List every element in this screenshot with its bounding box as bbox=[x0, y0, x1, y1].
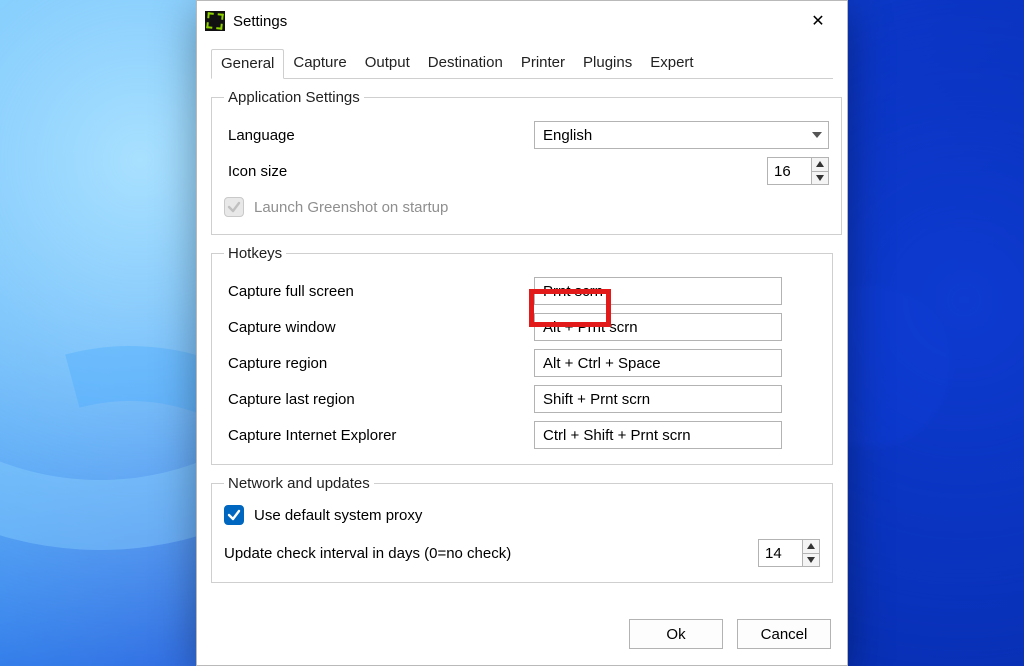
titlebar: Settings ✕ bbox=[197, 1, 847, 41]
dialog-footer: Ok Cancel bbox=[197, 613, 847, 665]
hotkey-label: Capture full screen bbox=[224, 283, 534, 300]
hotkey-input[interactable]: Shift + Prnt scrn bbox=[534, 385, 782, 413]
tab-plugins[interactable]: Plugins bbox=[574, 49, 641, 78]
close-icon: ✕ bbox=[811, 11, 824, 31]
hotkey-row: Capture region Alt + Ctrl + Space bbox=[224, 348, 820, 378]
ok-button[interactable]: Ok bbox=[629, 619, 723, 649]
hotkey-label: Capture last region bbox=[224, 391, 534, 408]
group-legend: Application Settings bbox=[224, 89, 364, 106]
cancel-button[interactable]: Cancel bbox=[737, 619, 831, 649]
stepper-up-icon[interactable] bbox=[812, 158, 828, 172]
app-icon bbox=[205, 11, 225, 31]
hotkey-input[interactable]: Ctrl + Shift + Prnt scrn bbox=[534, 421, 782, 449]
group-legend: Network and updates bbox=[224, 475, 374, 492]
icon-size-stepper[interactable] bbox=[767, 157, 829, 185]
stepper-up-icon[interactable] bbox=[803, 540, 819, 554]
launch-on-startup-label: Launch Greenshot on startup bbox=[254, 199, 448, 216]
hotkey-row: Capture last region Shift + Prnt scrn bbox=[224, 384, 820, 414]
hotkey-value: Shift + Prnt scrn bbox=[543, 391, 650, 408]
chevron-down-icon bbox=[812, 130, 822, 140]
hotkey-value: Prnt scrn bbox=[543, 283, 603, 300]
launch-on-startup-checkbox bbox=[224, 197, 244, 217]
update-interval-stepper[interactable] bbox=[758, 539, 820, 567]
group-network-updates: Network and updates Use default system p… bbox=[211, 475, 833, 583]
tab-output[interactable]: Output bbox=[356, 49, 419, 78]
desktop-background: Settings ✕ GeneralCaptureOutputDestinati… bbox=[0, 0, 1024, 666]
hotkey-value: Alt + Prnt scrn bbox=[543, 319, 638, 336]
group-legend: Hotkeys bbox=[224, 245, 286, 262]
hotkey-row: Capture Internet Explorer Ctrl + Shift + … bbox=[224, 420, 820, 450]
group-hotkeys: Hotkeys Capture full screenPrnt scrnCapt… bbox=[211, 245, 833, 465]
update-interval-label: Update check interval in days (0=no chec… bbox=[224, 545, 511, 562]
language-label: Language bbox=[224, 127, 534, 144]
icon-size-field[interactable] bbox=[767, 157, 811, 185]
tab-capture[interactable]: Capture bbox=[284, 49, 355, 78]
group-application-settings: Application Settings Language English Ic… bbox=[211, 89, 842, 235]
hotkey-input[interactable]: Alt + Prnt scrn bbox=[534, 313, 782, 341]
settings-window: Settings ✕ GeneralCaptureOutputDestinati… bbox=[196, 0, 848, 666]
hotkey-row: Capture full screen Prnt scrn bbox=[224, 276, 820, 306]
hotkey-label: Capture Internet Explorer bbox=[224, 427, 534, 444]
tab-printer[interactable]: Printer bbox=[512, 49, 574, 78]
use-default-proxy-checkbox[interactable] bbox=[224, 505, 244, 525]
tabstrip: GeneralCaptureOutputDestinationPrinterPl… bbox=[211, 49, 833, 79]
hotkey-value: Ctrl + Shift + Prnt scrn bbox=[543, 427, 691, 444]
tab-expert[interactable]: Expert bbox=[641, 49, 702, 78]
hotkey-row: Capture window Alt + Prnt scrn bbox=[224, 312, 820, 342]
hotkey-label: Capture region bbox=[224, 355, 534, 372]
tab-general[interactable]: General bbox=[211, 49, 284, 79]
hotkey-input[interactable]: Prnt scrn bbox=[534, 277, 782, 305]
window-title: Settings bbox=[233, 13, 287, 30]
close-button[interactable]: ✕ bbox=[795, 5, 841, 37]
update-interval-field[interactable] bbox=[758, 539, 802, 567]
icon-size-label: Icon size bbox=[224, 163, 534, 180]
use-default-proxy-label: Use default system proxy bbox=[254, 507, 422, 524]
tab-destination[interactable]: Destination bbox=[419, 49, 512, 78]
language-value: English bbox=[543, 127, 592, 144]
stepper-down-icon[interactable] bbox=[803, 554, 819, 567]
hotkey-label: Capture window bbox=[224, 319, 534, 336]
hotkey-value: Alt + Ctrl + Space bbox=[543, 355, 661, 372]
stepper-down-icon[interactable] bbox=[812, 172, 828, 185]
hotkey-input[interactable]: Alt + Ctrl + Space bbox=[534, 349, 782, 377]
language-select[interactable]: English bbox=[534, 121, 829, 149]
